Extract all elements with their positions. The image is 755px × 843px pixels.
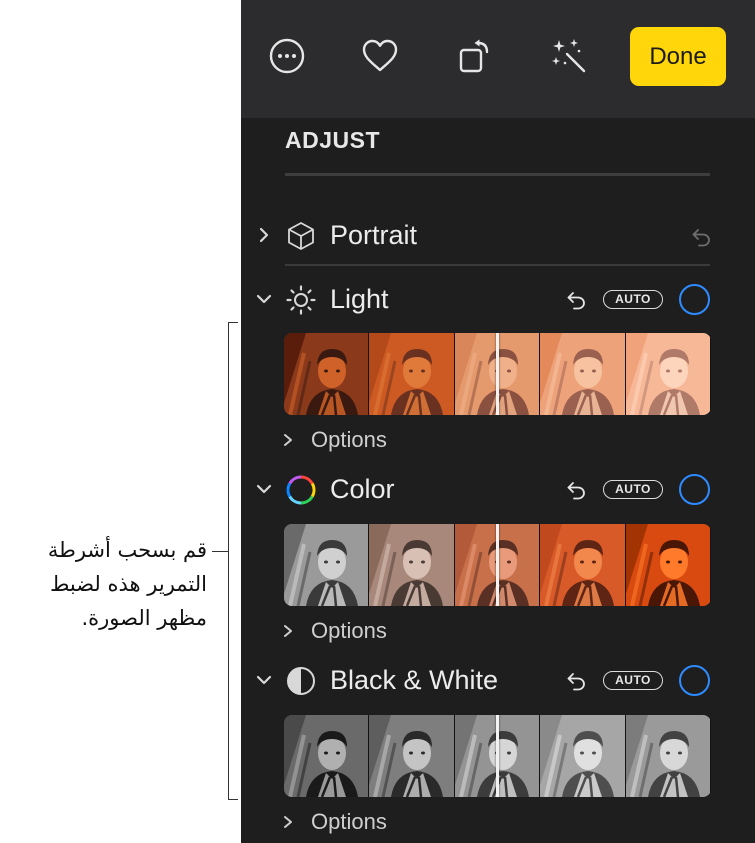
section-label: Color	[330, 474, 395, 504]
slider-thumbnail	[369, 333, 455, 415]
bw-slider-strip[interactable]	[284, 715, 711, 797]
chevron-right-icon	[284, 434, 292, 446]
slider-thumbnail	[540, 524, 626, 606]
rotate-icon[interactable]	[456, 37, 494, 75]
magic-wand-icon[interactable]	[550, 37, 588, 75]
section-label: Portrait	[330, 220, 418, 250]
sun-icon	[286, 285, 316, 315]
done-button[interactable]: Done	[630, 27, 726, 86]
panel-title: ADJUST	[285, 127, 381, 153]
slider-thumbnail	[369, 715, 455, 797]
slider-handle[interactable]	[496, 333, 499, 415]
slider-thumbnail	[540, 333, 626, 415]
chevron-right-icon	[284, 625, 292, 637]
slider-thumbnail	[284, 333, 370, 415]
section-toggle[interactable]	[679, 284, 710, 315]
section-light[interactable]: Light AUTO	[241, 280, 755, 320]
color-wheel-icon	[286, 475, 316, 505]
auto-button[interactable]: AUTO	[603, 671, 663, 690]
contrast-icon	[287, 667, 315, 695]
revert-icon[interactable]	[565, 670, 587, 692]
options-label: Options	[311, 618, 387, 643]
slider-handle[interactable]	[496, 715, 499, 797]
revert-icon[interactable]	[565, 479, 587, 501]
callout-text: قم بسحب أشرطة التمرير هذه لضبط مظهر الصو…	[47, 538, 207, 630]
section-toggle[interactable]	[679, 474, 710, 505]
cube-icon	[288, 222, 314, 250]
section-portrait[interactable]: Portrait	[241, 216, 755, 256]
section-black-white[interactable]: Black & White AUTO	[241, 661, 755, 701]
slider-thumbnail	[284, 715, 370, 797]
callout-bracket	[228, 322, 238, 800]
chevron-right-icon	[284, 816, 292, 828]
callout-leader-line	[212, 551, 229, 552]
slider-thumbnail	[540, 715, 626, 797]
title-divider	[285, 173, 710, 176]
section-toggle[interactable]	[679, 665, 710, 696]
chevron-right-icon[interactable]	[255, 226, 273, 244]
toolbar: Done	[241, 0, 755, 118]
revert-icon[interactable]	[565, 289, 587, 311]
chevron-down-icon[interactable]	[255, 480, 273, 498]
heart-icon[interactable]	[361, 37, 399, 75]
section-label: Black & White	[330, 665, 499, 695]
light-slider-strip[interactable]	[284, 333, 711, 415]
slider-thumbnail	[369, 524, 455, 606]
auto-button[interactable]: AUTO	[603, 480, 663, 499]
slider-thumbnail	[625, 333, 711, 415]
chevron-down-icon[interactable]	[255, 290, 273, 308]
section-color[interactable]: Color AUTO	[241, 470, 755, 510]
slider-thumbnail	[284, 524, 370, 606]
slider-thumbnail	[625, 715, 711, 797]
options-label: Options	[311, 809, 387, 834]
chevron-down-icon[interactable]	[255, 671, 273, 689]
more-icon[interactable]	[268, 37, 306, 75]
slider-handle[interactable]	[496, 524, 499, 606]
adjust-panel: Done ADJUST Portrait Light AUTO Options …	[241, 0, 755, 843]
section-divider	[285, 264, 710, 266]
color-slider-strip[interactable]	[284, 524, 711, 606]
section-label: Light	[330, 284, 389, 314]
revert-icon[interactable]	[690, 226, 712, 248]
slider-thumbnail	[625, 524, 711, 606]
options-label: Options	[311, 427, 387, 452]
auto-button[interactable]: AUTO	[603, 290, 663, 309]
